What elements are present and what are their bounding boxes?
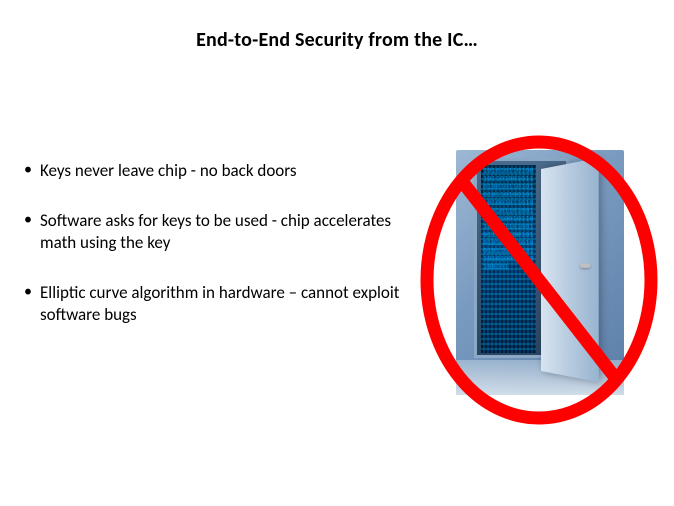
slide-title: End-to-End Security from the IC… — [0, 0, 674, 52]
bullet-list: Keys never leave chip - no back doors So… — [20, 160, 400, 326]
prohibition-icon — [419, 135, 659, 425]
bullet-item: Software asks for keys to be used - chip… — [20, 210, 400, 254]
no-backdoor-illustration: 1010101101001011010010110100101101010101… — [419, 135, 659, 425]
bullet-item: Keys never leave chip - no back doors — [20, 160, 400, 182]
bullet-item: Elliptic curve algorithm in hardware – c… — [20, 282, 400, 326]
bullet-content: Keys never leave chip - no back doors So… — [20, 160, 400, 354]
